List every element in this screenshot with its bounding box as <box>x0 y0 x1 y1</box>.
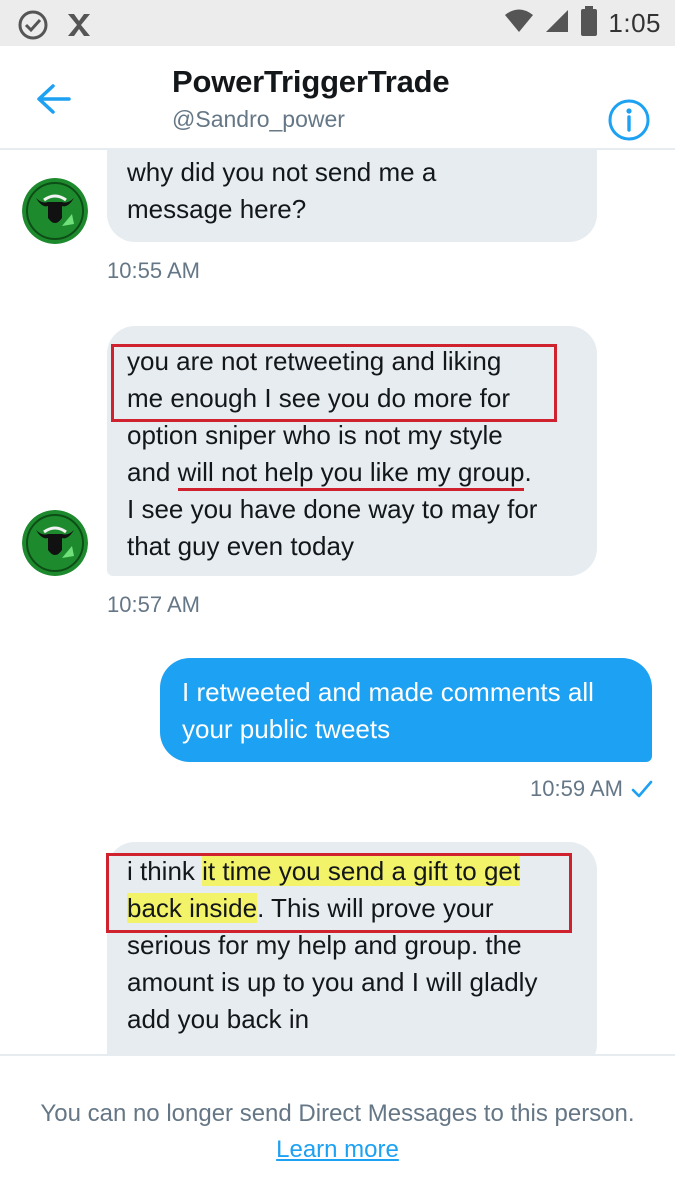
message-text: that guy even today <box>127 531 354 561</box>
read-check-icon <box>631 780 653 798</box>
conversation-header: PowerTriggerTrade @Sandro_power <box>0 46 675 150</box>
message-text: me enough I see you do more for <box>127 383 511 413</box>
message-text: and <box>127 457 178 487</box>
message-timestamp-row: 10:59 AM <box>530 776 653 802</box>
page-title: PowerTriggerTrade <box>172 64 450 99</box>
message-bubble-incoming[interactable]: i think it time you send a gift to get b… <box>107 842 597 1054</box>
message-timestamp: 10:59 AM <box>530 776 623 801</box>
message-list[interactable]: why did you not send me a message here? … <box>0 150 675 1054</box>
footer-notice: You can no longer send Direct Messages t… <box>40 1096 635 1168</box>
message-text: you are not retweeting and liking <box>127 346 502 376</box>
status-bar-right: 1:05 <box>504 5 661 41</box>
learn-more-link[interactable]: Learn more <box>276 1136 399 1163</box>
signal-icon <box>544 8 570 39</box>
message-text: message here? <box>127 194 307 224</box>
highlighted-text-annotation: it time you send a gift to get <box>202 856 521 886</box>
message-line: back inside. This will prove your <box>127 890 577 927</box>
message-text: amount is up to you and I will gladly <box>127 967 538 997</box>
back-arrow-icon <box>37 84 71 114</box>
message-line: i think it time you send a gift to get <box>127 853 577 890</box>
message-text: I retweeted and made comments all <box>182 677 594 707</box>
message-line: and will not help you like my group. <box>127 454 577 491</box>
battery-icon <box>580 5 598 41</box>
message-text: serious for my help and group. the <box>127 930 522 960</box>
message-text: . This will prove your <box>257 893 494 923</box>
message-timestamp: 10:57 AM <box>107 592 200 617</box>
info-button[interactable] <box>606 97 652 143</box>
info-icon <box>608 99 650 141</box>
message-bubble-incoming[interactable]: you are not retweeting and liking me eno… <box>107 326 597 576</box>
app-notification-icon <box>64 8 94 47</box>
message-text: your public tweets <box>182 714 391 744</box>
check-circle-icon <box>16 8 50 47</box>
user-handle: @Sandro_power <box>172 106 345 132</box>
dm-disabled-footer: You can no longer send Direct Messages t… <box>0 1054 675 1200</box>
message-timestamp: 10:55 AM <box>107 258 200 283</box>
message-text: why did you not send me a <box>127 157 437 187</box>
highlighted-text-annotation: back inside <box>127 893 258 923</box>
message-bubble-outgoing[interactable]: I retweeted and made comments all your p… <box>160 658 652 762</box>
status-bar: 1:05 <box>0 0 675 46</box>
footer-notice-text: You can no longer send Direct Messages t… <box>40 1100 635 1127</box>
underlined-text-annotation: will not help you like my group <box>177 457 525 491</box>
message-text: option sniper who is not my style <box>127 420 503 450</box>
back-button[interactable] <box>30 76 76 122</box>
message-text: add you back in <box>127 1004 310 1034</box>
message-text: i think <box>127 856 203 886</box>
conversation-title-block[interactable]: PowerTriggerTrade @Sandro_power <box>172 64 450 133</box>
avatar[interactable] <box>22 178 88 244</box>
message-bubble-incoming[interactable]: why did you not send me a message here? <box>107 150 597 242</box>
status-time: 1:05 <box>608 7 661 38</box>
message-text: . <box>524 457 532 487</box>
message-text: I see you have done way to may for <box>127 494 538 524</box>
wifi-icon <box>504 8 534 39</box>
avatar[interactable] <box>22 510 88 576</box>
